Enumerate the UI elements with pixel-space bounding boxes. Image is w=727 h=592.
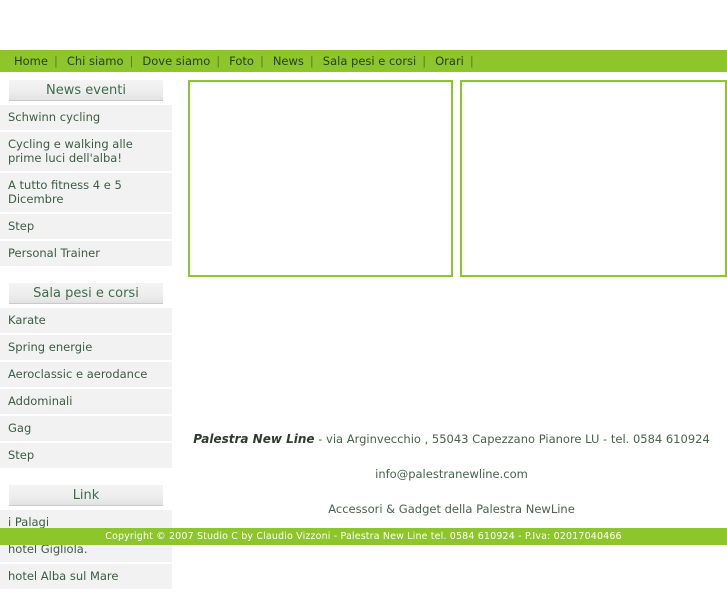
contact-email[interactable]: info@palestranewline.com xyxy=(188,467,715,481)
nav-item-dove-siamo[interactable]: Dove siamo xyxy=(142,50,210,72)
sidebar-panel-sala-pesi-e-corsi: Sala pesi e corsi Karate Spring energie … xyxy=(0,283,172,469)
sidebar-list-sala-pesi-e-corsi: Karate Spring energie Aeroclassic e aero… xyxy=(0,308,172,469)
contact-tagline: Accessori & Gadget della Palestra NewLin… xyxy=(328,502,575,516)
sidebar-panel-news-eventi: News eventi Schwinn cycling Cycling e wa… xyxy=(0,80,172,267)
main-navigation: Home | Chi siamo | Dove siamo | Foto | N… xyxy=(0,50,727,72)
sidebar-panel-title: News eventi xyxy=(9,80,163,101)
sidebar-item-hotel-alba-sul-mare[interactable]: hotel Alba sul Mare xyxy=(0,564,172,590)
nav-separator: | xyxy=(129,54,134,68)
contact-block: Palestra New Line - via Arginvecchio , 5… xyxy=(188,432,727,516)
sidebar-item-cycling-e-walking[interactable]: Cycling e walking alle prime luci dell'a… xyxy=(0,132,172,172)
media-placeholder-right[interactable] xyxy=(460,80,727,277)
sidebar-panel-title: Link xyxy=(9,485,163,506)
header-banner-area xyxy=(0,0,727,50)
sidebar-panel-gap xyxy=(0,269,172,283)
sidebar-item-schwinn-cycling[interactable]: Schwinn cycling xyxy=(0,105,172,131)
nav-separator: | xyxy=(309,54,314,68)
footer-copyright: Copyright © 2007 Studio C by Claudio Viz… xyxy=(0,528,727,545)
sidebar-item-step-news[interactable]: Step xyxy=(0,214,172,240)
business-name: Palestra New Line xyxy=(193,432,315,446)
sidebar-item-aeroclassic-e-aerodance[interactable]: Aeroclassic e aerodance xyxy=(0,362,172,388)
sidebar-item-personal-trainer[interactable]: Personal Trainer xyxy=(0,241,172,267)
sidebar-item-step-corsi[interactable]: Step xyxy=(0,443,172,469)
sidebar: News eventi Schwinn cycling Cycling e wa… xyxy=(0,72,172,592)
sidebar-panel-title: Sala pesi e corsi xyxy=(9,283,163,304)
sidebar-panel-gap xyxy=(0,471,172,485)
nav-separator: | xyxy=(216,54,221,68)
media-placeholder-left[interactable] xyxy=(188,80,453,277)
nav-separator: | xyxy=(469,54,474,68)
sidebar-item-addominali[interactable]: Addominali xyxy=(0,389,172,415)
sidebar-list-news-eventi: Schwinn cycling Cycling e walking alle p… xyxy=(0,105,172,267)
nav-item-news[interactable]: News xyxy=(273,50,304,72)
media-row xyxy=(188,80,727,277)
sidebar-item-spring-energie[interactable]: Spring energie xyxy=(0,335,172,361)
nav-item-orari[interactable]: Orari xyxy=(435,50,464,72)
nav-separator: | xyxy=(259,54,264,68)
sidebar-item-gag[interactable]: Gag xyxy=(0,416,172,442)
nav-separator: | xyxy=(422,54,427,68)
nav-item-sala-pesi-e-corsi[interactable]: Sala pesi e corsi xyxy=(323,50,416,72)
sidebar-item-karate[interactable]: Karate xyxy=(0,308,172,334)
contact-address-line: Palestra New Line - via Arginvecchio , 5… xyxy=(188,432,715,446)
sidebar-item-a-tutto-fitness[interactable]: A tutto fitness 4 e 5 Dicembre xyxy=(0,173,172,213)
nav-item-foto[interactable]: Foto xyxy=(229,50,254,72)
business-address: - via Arginvecchio , 55043 Capezzano Pia… xyxy=(314,432,710,446)
page-body: News eventi Schwinn cycling Cycling e wa… xyxy=(0,72,727,590)
sidebar-list-link: i Palagi hotel Gigliola. hotel Alba sul … xyxy=(0,510,172,590)
nav-item-chi-siamo[interactable]: Chi siamo xyxy=(67,50,124,72)
nav-item-home[interactable]: Home xyxy=(14,50,48,72)
main-content: Palestra New Line - via Arginvecchio , 5… xyxy=(172,72,727,516)
nav-separator: | xyxy=(53,54,58,68)
